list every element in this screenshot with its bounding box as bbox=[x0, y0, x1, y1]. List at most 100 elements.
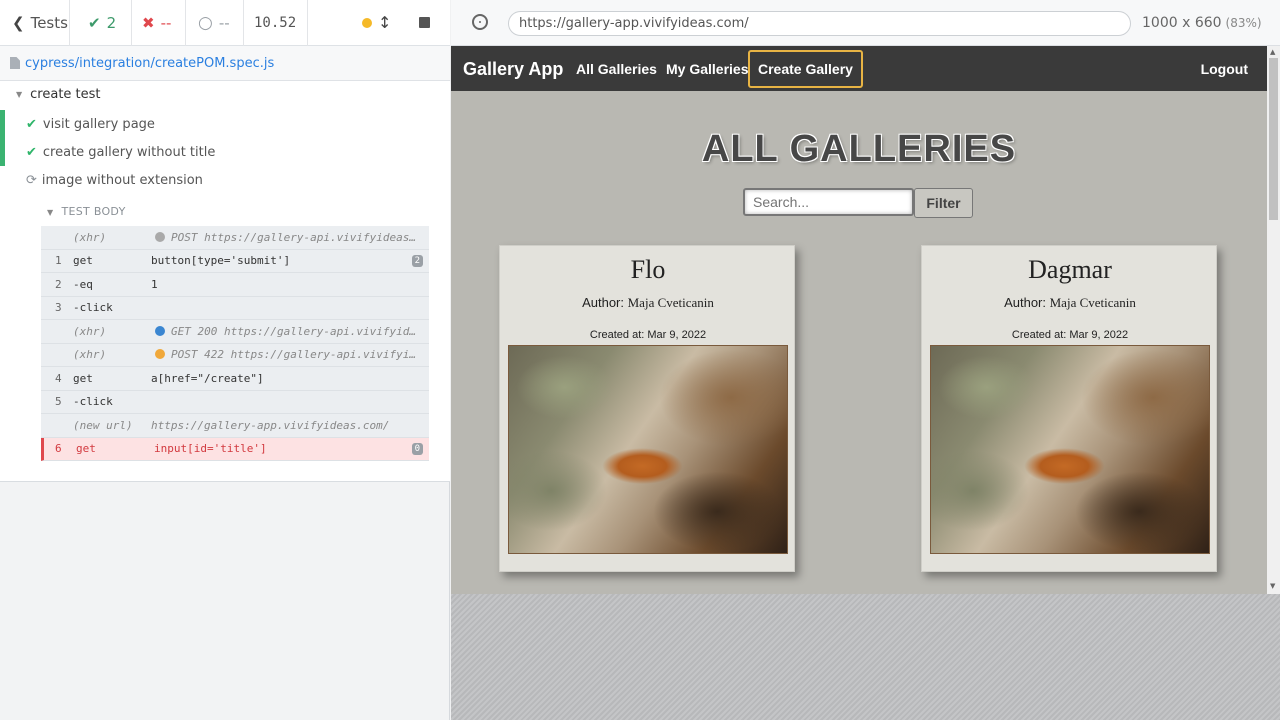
app-navbar: Gallery App All Galleries My Galleries C… bbox=[451, 46, 1267, 91]
passed-bar bbox=[0, 110, 5, 138]
gallery-card[interactable]: Flo Author: Maja Cveticanin Created at: … bbox=[499, 245, 795, 572]
auto-scroll-icon[interactable]: ↕ bbox=[378, 13, 391, 32]
test-item[interactable]: ⟳ image without extension bbox=[0, 166, 450, 194]
author-name[interactable]: Maja Cveticanin bbox=[1050, 295, 1136, 310]
author-label: Author: bbox=[582, 295, 624, 310]
command-message: a[href="/create"] bbox=[151, 371, 264, 385]
command-row[interactable]: (new url) https://gallery-app.vivifyideas… bbox=[41, 414, 429, 438]
url-bar[interactable]: https://gallery-app.vivifyideas.com/ bbox=[508, 11, 1131, 36]
element-count-badge: 2 bbox=[411, 254, 423, 267]
gallery-title[interactable]: Dagmar bbox=[922, 255, 1218, 285]
viewport-dimensions: 1000 x 660 bbox=[1142, 15, 1222, 31]
command-message: POST 422 https://gallery-api.vivifyid... bbox=[171, 348, 421, 362]
suite-create-test[interactable]: ▼ create test bbox=[16, 87, 101, 102]
file-icon bbox=[10, 57, 20, 69]
tests-back-button[interactable]: ❮ Tests bbox=[0, 0, 70, 46]
scroll-up-icon[interactable]: ▲ bbox=[1270, 48, 1275, 56]
test-label: create gallery without title bbox=[42, 144, 216, 160]
check-icon: ✔ bbox=[26, 144, 37, 160]
command-message: button[type='submit'] bbox=[151, 254, 291, 268]
stop-button[interactable] bbox=[419, 17, 430, 28]
viewport-empty-area bbox=[451, 594, 1280, 720]
selector-playground-icon[interactable] bbox=[472, 14, 488, 30]
check-icon: ✔ bbox=[26, 116, 37, 132]
command-number: 6 bbox=[55, 442, 62, 456]
duration-value: 10.52 bbox=[254, 15, 297, 31]
command-number: 3 bbox=[55, 301, 62, 315]
test-body-label: TEST BODY bbox=[61, 205, 126, 218]
command-number: 5 bbox=[55, 395, 62, 409]
viewport-scale: (83%) bbox=[1225, 16, 1262, 30]
command-name: -click bbox=[73, 395, 113, 409]
failed-count: ✖ -- bbox=[132, 0, 186, 46]
command-name: get bbox=[73, 254, 93, 268]
spec-file-link[interactable]: cypress/integration/createPOM.spec.js bbox=[25, 56, 274, 71]
gallery-created-date: Created at: Mar 9, 2022 bbox=[589, 329, 707, 341]
command-row[interactable]: (xhr) POST 422 https://gallery-api.vivify… bbox=[41, 343, 429, 367]
pending-circle-icon: ○ bbox=[198, 13, 213, 33]
command-message-wrap: button[type='submit'] bbox=[151, 254, 421, 267]
command-row[interactable]: 1 get button[type='submit'] 2 bbox=[41, 249, 429, 273]
command-name: (xhr) bbox=[73, 230, 107, 244]
pending-count: ○ -- bbox=[186, 0, 244, 46]
test-item[interactable]: ✔ visit gallery page bbox=[0, 110, 450, 138]
nav-create-gallery[interactable]: Create Gallery bbox=[748, 50, 863, 88]
gallery-image[interactable] bbox=[930, 345, 1210, 554]
gallery-card[interactable]: Dagmar Author: Maja Cveticanin Created a… bbox=[921, 245, 1217, 572]
brand-link[interactable]: Gallery App bbox=[463, 59, 563, 80]
test-label: image without extension bbox=[41, 172, 203, 188]
filter-button[interactable]: Filter bbox=[914, 188, 973, 218]
page-title: ALL GALLERIES bbox=[701, 128, 1017, 170]
pending-count-value: -- bbox=[218, 14, 230, 32]
suite-title: create test bbox=[30, 87, 101, 102]
search-input[interactable] bbox=[743, 188, 914, 216]
status-dot-icon bbox=[155, 349, 165, 360]
nav-all-galleries[interactable]: All Galleries bbox=[576, 61, 657, 77]
aut-header: https://gallery-app.vivifyideas.com/ 100… bbox=[451, 0, 1280, 46]
spec-file-bar: cypress/integration/createPOM.spec.js bbox=[0, 46, 450, 81]
command-name: get bbox=[76, 442, 96, 456]
command-number: 2 bbox=[55, 277, 62, 291]
duration: 10.52 bbox=[244, 0, 308, 46]
test-label: visit gallery page bbox=[42, 116, 155, 132]
command-message-wrap: POST 422 https://gallery-api.vivifyid... bbox=[151, 348, 421, 361]
tests-button-label: Tests bbox=[30, 14, 68, 32]
test-item[interactable]: ✔ create gallery without title bbox=[0, 138, 450, 166]
running-indicator-icon bbox=[362, 18, 372, 28]
command-row[interactable]: 5 -click bbox=[41, 390, 429, 414]
command-number: 1 bbox=[55, 254, 62, 268]
gallery-created-date: Created at: Mar 9, 2022 bbox=[1011, 329, 1129, 341]
gallery-title[interactable]: Flo bbox=[500, 255, 796, 285]
command-row[interactable]: 3 -click bbox=[41, 296, 429, 320]
command-row[interactable]: (xhr) GET 200 https://gallery-api.vivifyi… bbox=[41, 320, 429, 344]
command-message-wrap: input[id='title'] bbox=[154, 442, 424, 455]
test-body-header[interactable]: ▼ TEST BODY bbox=[47, 205, 126, 218]
scroll-down-icon[interactable]: ▼ bbox=[1270, 582, 1275, 590]
nav-logout[interactable]: Logout bbox=[1201, 61, 1248, 77]
command-name: (xhr) bbox=[73, 324, 107, 338]
viewport-size: 1000 x 660 (83%) bbox=[1142, 15, 1262, 31]
command-name: (new url) bbox=[73, 418, 133, 432]
command-row[interactable]: 6 get input[id='title'] 0 bbox=[41, 437, 429, 461]
status-dot-icon bbox=[155, 325, 165, 336]
command-log: (xhr) POST https://gallery-api.vivifyidea… bbox=[41, 226, 429, 461]
command-number: 4 bbox=[55, 371, 62, 385]
gallery-image[interactable] bbox=[508, 345, 788, 554]
command-name: get bbox=[73, 371, 93, 385]
test-list: ▼ create test ✔ visit gallery page ✔ cre… bbox=[0, 81, 450, 482]
x-icon: ✖ bbox=[142, 14, 155, 32]
command-row[interactable]: (xhr) POST https://gallery-api.vivifyidea… bbox=[41, 226, 429, 250]
chevron-left-icon: ❮ bbox=[12, 14, 25, 32]
command-row[interactable]: 4 get a[href="/create"] bbox=[41, 367, 429, 391]
command-message: 1 bbox=[151, 277, 158, 291]
refresh-icon: ⟳ bbox=[26, 172, 37, 188]
collapse-triangle-icon: ▼ bbox=[47, 208, 54, 217]
app-scrollbar[interactable]: ▲ ▼ bbox=[1267, 46, 1280, 594]
author-label: Author: bbox=[1004, 295, 1046, 310]
author-name[interactable]: Maja Cveticanin bbox=[628, 295, 714, 310]
command-row[interactable]: 2 -eq 1 bbox=[41, 273, 429, 297]
gallery-author: Author: Maja Cveticanin bbox=[922, 295, 1218, 311]
nav-my-galleries[interactable]: My Galleries bbox=[666, 61, 749, 77]
scrollbar-thumb[interactable] bbox=[1269, 58, 1278, 220]
collapse-triangle-icon: ▼ bbox=[16, 90, 23, 99]
